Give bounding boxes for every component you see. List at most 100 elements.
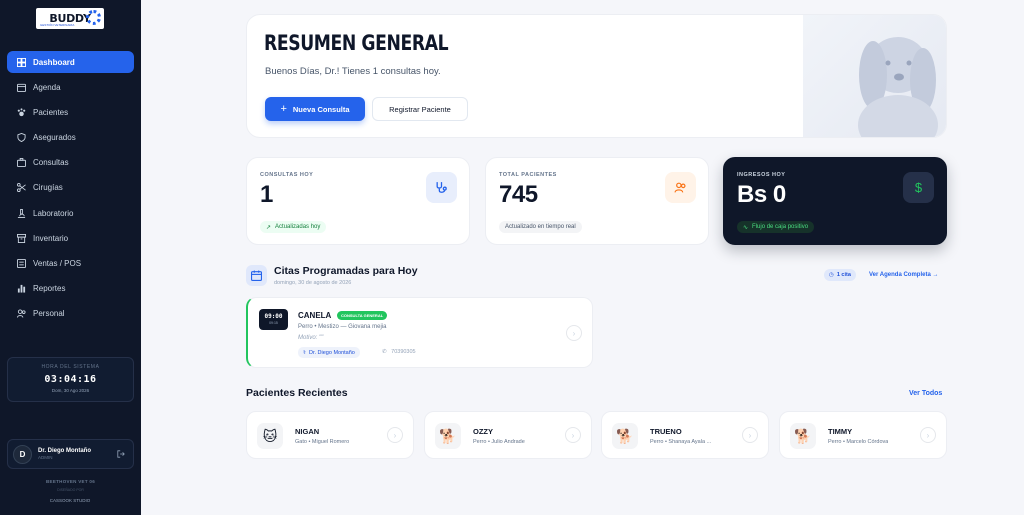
button-label: Nueva Consulta [292,104,350,114]
chevron-right-icon[interactable]: › [566,325,582,341]
stat-card-income: INGRESOS HOY Bs 0 $ ∿ Flujo de caja posi… [723,157,947,245]
sidebar-item-label: Agenda [33,82,61,92]
stat-tag: Actualizado en tiempo real [499,221,582,233]
patient-details: Gato • Miguel Romero [295,439,350,445]
stat-tag: ∿ Flujo de caja positivo [737,221,815,233]
new-consultation-button[interactable]: + Nueva Consulta [265,97,365,121]
shield-icon [17,133,26,143]
calendar-icon [17,83,26,92]
sidebar-item-label: Laboratorio [33,208,74,218]
patient-name: TIMMY [828,427,853,436]
recent-patient-card[interactable]: 🐕 TIMMY Perro • Marcelo Córdova › [779,411,947,459]
sidebar-item-agenda[interactable]: Agenda [7,76,134,98]
calendar-icon [246,265,267,286]
sidebar-item-laboratorio[interactable]: Laboratorio [7,202,134,224]
tag-label: Actualizado en tiempo real [505,224,576,230]
phone-icon: ✆ [382,349,387,355]
stat-value: Bs 0 [737,181,786,208]
archive-icon [17,233,26,243]
count-label: 1 cita [836,272,851,278]
sidebar-item-pacientes[interactable]: Pacientes [7,101,134,123]
register-patient-button[interactable]: Registrar Paciente [372,97,468,121]
sidebar-item-label: Reportes [33,284,66,294]
sidebar-item-inventario[interactable]: Inventario [7,227,134,249]
stat-label: CONSULTAS HOY [260,172,314,178]
logout-icon[interactable] [117,450,125,458]
sidebar-item-personal[interactable]: Personal [7,303,134,325]
user-card[interactable]: D Dr. Diego Montaño ADMIN [7,439,134,469]
logo-subtitle: GESTIÓN VETERINARIA [40,23,75,27]
sidebar-item-cirugias[interactable]: Cirugías [7,177,134,199]
tag-label: Flujo de caja positivo [752,224,809,230]
gear-icon [86,10,101,25]
dog-icon: 🐕 [790,423,816,449]
user-name: Dr. Diego Montaño [38,448,91,454]
chevron-right-icon[interactable]: › [920,427,936,443]
stat-label: INGRESOS HOY [737,172,786,178]
briefcase-icon [17,158,26,168]
patient-name: TRUENO [650,427,682,436]
appointment-time: 09:00 09:15 [259,309,288,330]
sidebar-item-ventas[interactable]: Ventas / POS [7,253,134,275]
doctor-pill: ⚕ Dr. Diego Montaño [298,347,360,358]
appointment-card[interactable]: 09:00 09:15 CANELA CONSULTA GENERAL Perr… [246,297,593,368]
view-full-agenda-link[interactable]: Ver Agenda Completa → [869,272,938,278]
chevron-right-icon[interactable]: › [742,427,758,443]
sidebar: BUDDY GESTIÓN VETERINARIA Dashboard Agen… [0,0,141,515]
stat-tag: ↗ Actualizadas hoy [260,221,327,233]
view-all-patients-link[interactable]: Ver Todos [909,390,942,397]
powered-by: DISEÑADO POR [57,488,84,492]
doctor-name: Dr. Diego Montaño [308,349,355,356]
bar-chart-icon [17,284,26,293]
cat-icon: 🐱 [257,423,283,449]
recent-patient-card[interactable]: 🐕 OZZY Perro • Julio Andrade › [424,411,592,459]
appointments-count-badge: ◷ 1 cita [824,269,856,281]
sidebar-item-dashboard[interactable]: Dashboard [7,51,134,73]
tag-label: Actualizadas hoy [275,224,321,230]
plus-icon: + [280,103,287,115]
avatar: D [13,444,32,464]
appointment-type-badge: CONSULTA GENERAL [337,311,388,320]
page-title: RESUMEN GENERAL [264,31,449,55]
appointment-reason: Motivo: "" [298,335,324,341]
brand-logo[interactable]: BUDDY GESTIÓN VETERINARIA [36,8,104,29]
sidebar-nav: Dashboard Agenda Pacientes Asegurados Co… [7,51,134,328]
sidebar-item-label: Pacientes [33,107,69,117]
user-info: Dr. Diego Montaño ADMIN [38,448,91,460]
logo-text: BUDDY [49,11,91,25]
patient-name: OZZY [473,427,493,436]
sidebar-item-label: Dashboard [33,57,75,67]
sidebar-item-label: Consultas [33,158,69,168]
paw-icon [17,108,26,117]
sidebar-item-reportes[interactable]: Reportes [7,278,134,300]
patient-details: Perro • Marcelo Córdova [828,439,889,445]
dashboard-icon [17,57,26,67]
chevron-right-icon[interactable]: › [387,427,403,443]
clock-label: HORA DEL SISTEMA [41,364,100,370]
register-icon [17,259,26,268]
sidebar-item-label: Personal [33,309,65,319]
time-end: 09:15 [269,321,278,325]
recent-patient-card[interactable]: 🐕 TRUENO Perro • Shanaya Ayala ... › [601,411,769,459]
sidebar-item-asegurados[interactable]: Asegurados [7,127,134,149]
dog-silhouette-icon [858,37,938,137]
greeting-text: Buenos Días, Dr.! Tienes 1 consultas hoy… [265,66,441,77]
button-label: Registrar Paciente [389,104,451,114]
sidebar-item-label: Cirugías [33,183,63,193]
sidebar-item-label: Ventas / POS [33,259,82,268]
stat-card-patients: TOTAL PACIENTES 745 Actualizado en tiemp… [485,157,709,245]
stat-label: TOTAL PACIENTES [499,172,557,178]
trend-up-icon: ↗ [266,224,272,231]
recent-patients-title: Pacientes Recientes [246,387,348,399]
sidebar-item-consultas[interactable]: Consultas [7,152,134,174]
phone-number: 70390305 [391,349,416,355]
appointments-title: Citas Programadas para Hoy [274,265,418,277]
owner-phone: ✆ 70390305 [382,349,416,355]
pet-name: CANELA [298,311,332,320]
dog-icon: 🐕 [435,423,461,449]
studio-logo: CASSOOK STUDIO [47,493,93,507]
chevron-right-icon[interactable]: › [565,427,581,443]
recent-patient-card[interactable]: 🐱 NIGAN Gato • Miguel Romero › [246,411,414,459]
patient-details: Perro • Shanaya Ayala ... [650,439,712,445]
user-role: ADMIN [38,455,53,460]
